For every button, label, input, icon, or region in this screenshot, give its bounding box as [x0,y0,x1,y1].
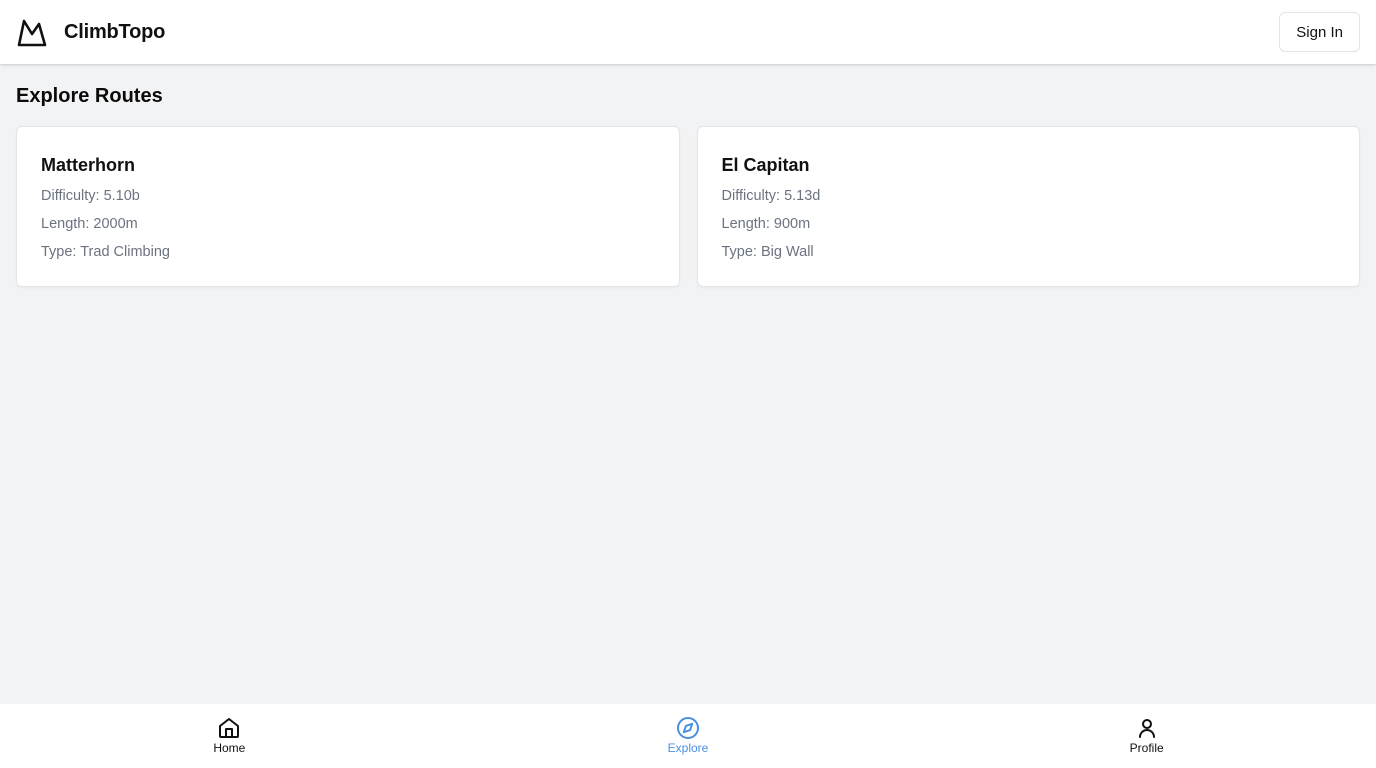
compass-icon [676,716,700,740]
route-difficulty: Difficulty: 5.13d [721,188,821,204]
route-type: Type: Big Wall [721,244,814,260]
nav-label-profile: Profile [1129,741,1164,755]
route-type: Type: Trad Climbing [41,244,170,260]
nav-item-home[interactable]: Home [0,704,459,768]
top-header: ClimbTopo Sign In [0,0,1376,64]
mountain-logo-icon [16,16,48,48]
nav-item-profile[interactable]: Profile [917,704,1376,768]
app-root: ClimbTopo Sign In Explore Routes Matterh… [0,0,1376,768]
brand-name: ClimbTopo [64,20,166,43]
bottom-nav: Home Explore Profile [0,704,1376,768]
user-icon [1135,716,1159,740]
nav-label-home: Home [213,741,246,755]
sign-in-button[interactable]: Sign In [1279,12,1360,52]
route-length: Length: 900m [721,216,811,232]
route-card-list: Matterhorn Difficulty: 5.10b Length: 200… [16,126,1360,287]
main-content: Explore Routes Matterhorn Difficulty: 5.… [0,64,1376,704]
route-name: El Capitan [721,155,810,175]
route-length: Length: 2000m [41,216,138,232]
nav-item-explore[interactable]: Explore [459,704,918,768]
nav-label-explore: Explore [667,741,709,755]
brand-link[interactable]: ClimbTopo [16,16,165,48]
route-card[interactable]: El Capitan Difficulty: 5.13d Length: 900… [696,126,1360,287]
route-card[interactable]: Matterhorn Difficulty: 5.10b Length: 200… [16,126,680,287]
page-title: Explore Routes [16,85,163,107]
route-difficulty: Difficulty: 5.10b [41,188,140,204]
home-icon [217,716,241,740]
route-name: Matterhorn [41,155,135,175]
